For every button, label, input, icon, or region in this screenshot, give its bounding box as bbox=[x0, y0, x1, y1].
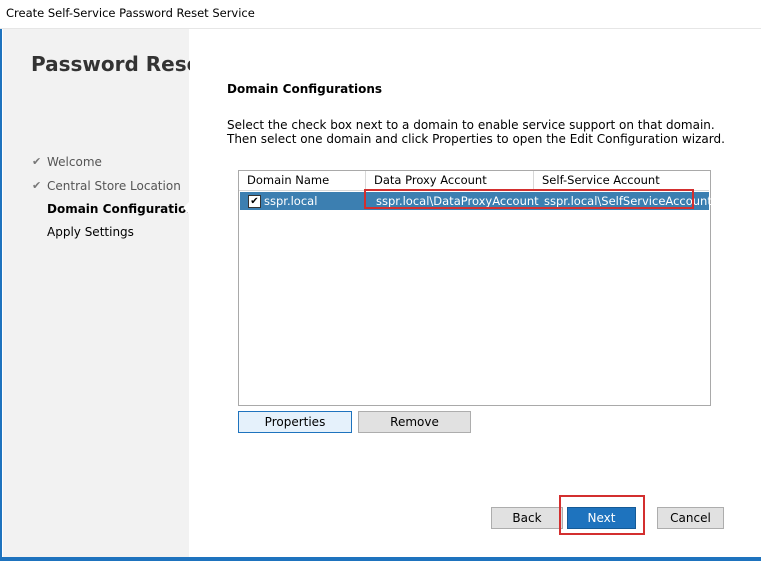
back-button[interactable]: Back bbox=[491, 507, 563, 529]
current-step-indicator bbox=[183, 201, 190, 215]
step-apply-settings: Apply Settings bbox=[47, 225, 134, 239]
remove-button[interactable]: Remove bbox=[358, 411, 471, 433]
cell-domain-name: sspr.local bbox=[264, 194, 318, 208]
step-label: Welcome bbox=[47, 155, 102, 169]
step-central-store-location: ✔ Central Store Location bbox=[32, 179, 181, 193]
left-accent-stripe bbox=[0, 29, 2, 561]
step-domain-configurations: Domain Configurations bbox=[47, 202, 202, 216]
properties-button[interactable]: Properties bbox=[238, 411, 352, 433]
checkmark-icon: ✔ bbox=[32, 179, 42, 192]
step-label: Domain Configurations bbox=[47, 202, 203, 216]
checkmark-icon: ✔ bbox=[32, 155, 42, 168]
annotation-highlight-next bbox=[559, 495, 645, 535]
column-header-self-service-account[interactable]: Self-Service Account bbox=[534, 171, 709, 191]
column-header-domain-name[interactable]: Domain Name bbox=[239, 171, 366, 191]
section-title: Domain Configurations bbox=[227, 82, 383, 96]
bottom-accent-stripe bbox=[0, 557, 761, 561]
sidebar-title: Password Reset bbox=[31, 52, 210, 76]
domain-checkbox[interactable]: ✔ bbox=[248, 195, 261, 208]
step-label: Central Store Location bbox=[47, 179, 181, 193]
cancel-button[interactable]: Cancel bbox=[657, 507, 724, 529]
window-title: Create Self-Service Password Reset Servi… bbox=[6, 6, 255, 20]
sidebar bbox=[3, 29, 189, 557]
title-bar: Create Self-Service Password Reset Servi… bbox=[0, 0, 761, 29]
step-welcome: ✔ Welcome bbox=[32, 155, 102, 169]
instructions-text: Select the check box next to a domain to… bbox=[227, 118, 725, 146]
annotation-highlight-accounts bbox=[364, 189, 694, 209]
column-header-data-proxy-account[interactable]: Data Proxy Account bbox=[366, 171, 534, 191]
step-label: Apply Settings bbox=[47, 225, 134, 239]
